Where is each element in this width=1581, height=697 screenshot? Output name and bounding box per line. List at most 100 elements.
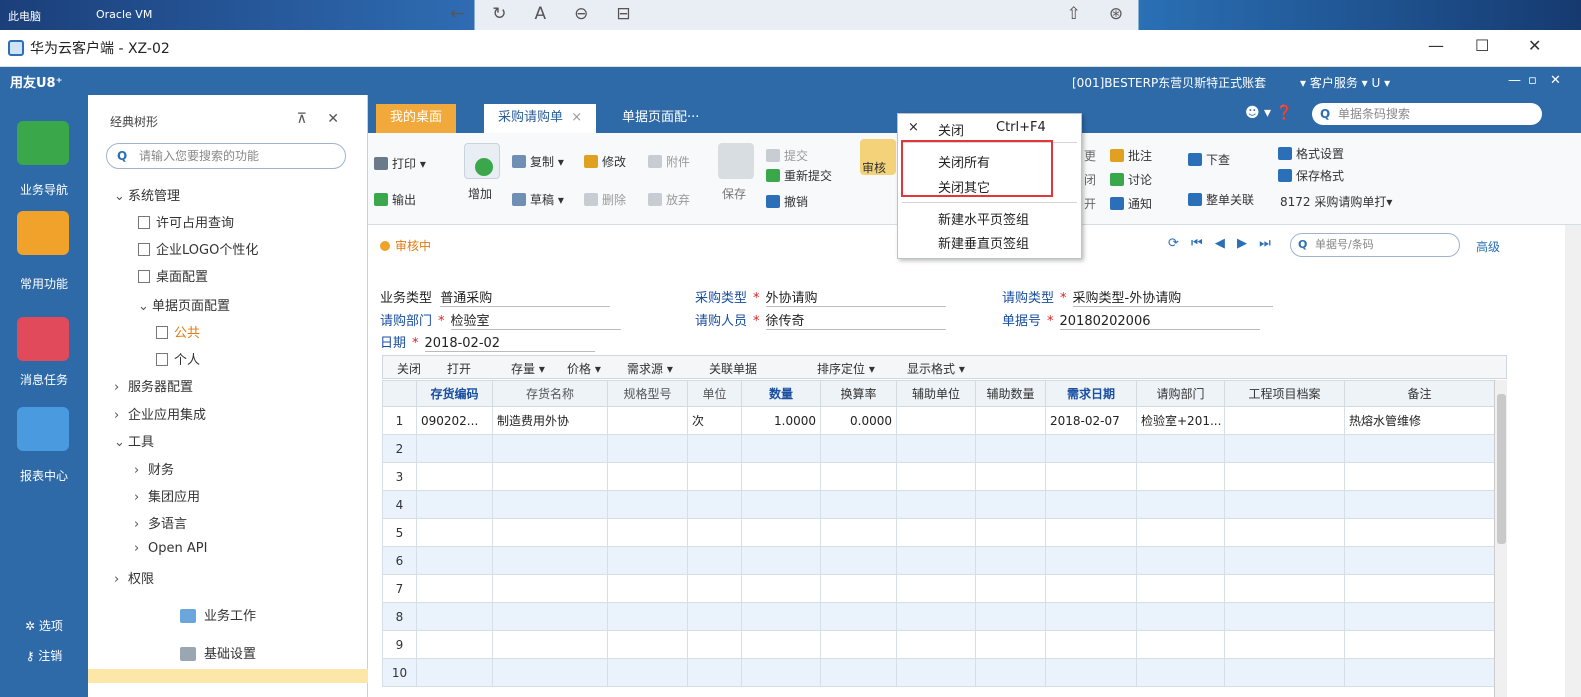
column-header[interactable]: 备注 [1344,380,1495,407]
save-icon[interactable] [718,143,754,179]
table-cell[interactable] [1136,434,1225,463]
table-cell[interactable] [607,406,688,435]
table-cell[interactable] [492,658,608,687]
business-nav-label[interactable]: 业务导航 [0,181,88,198]
table-cell[interactable] [492,630,608,659]
table-cell[interactable] [741,602,821,631]
table-cell[interactable] [1344,574,1495,603]
table-row[interactable]: 7 [382,574,1495,603]
table-cell[interactable] [416,490,493,519]
scroll-thumb[interactable] [1497,394,1506,544]
common-functions-label[interactable]: 常用功能 [0,275,88,292]
table-cell[interactable] [492,574,608,603]
table-cell[interactable] [1136,546,1225,575]
field-date[interactable]: 日期 * 2018-02-02 [380,332,595,352]
table-cell[interactable] [1045,518,1137,547]
table-cell[interactable] [741,518,821,547]
tree-item-finance[interactable]: › 财务 [134,459,174,478]
table-cell[interactable] [820,546,897,575]
table-cell[interactable] [687,490,742,519]
table-cell[interactable] [492,434,608,463]
table-cell[interactable] [896,518,976,547]
tree-item-multilang[interactable]: › 多语言 [134,513,187,532]
close-icon[interactable]: × [908,120,919,135]
table-cell[interactable] [607,658,688,687]
pin-close-icons[interactable]: ⊼ ✕ [297,111,347,127]
table-cell[interactable] [607,490,688,519]
customer-service-menu[interactable]: ▾ 客户服务 ▾ U ▾ [1300,74,1390,91]
table-cell[interactable] [1136,630,1225,659]
table-cell[interactable] [1344,518,1495,547]
attach-button[interactable]: 附件 [648,153,690,170]
table-cell[interactable] [1224,434,1345,463]
menu-item-new-vertical-group[interactable]: 新建垂直页签组 [938,233,1029,252]
table-cell[interactable] [1045,546,1137,575]
logout-button[interactable]: ⚷ 注销 [0,647,88,664]
add-icon[interactable] [464,143,500,179]
table-row[interactable]: 4 [382,490,1495,519]
table-cell[interactable] [1224,574,1345,603]
account-label[interactable]: [001]BESTERP东营贝斯特正式账套 [1072,74,1266,91]
tab-bar-icons[interactable]: ☻ ▾ ❓ [1245,105,1293,121]
table-cell[interactable] [820,434,897,463]
message-tasks-icon[interactable] [17,317,69,361]
table-cell[interactable] [1344,658,1495,687]
resubmit-button[interactable]: 重新提交 [766,167,832,184]
relate-button[interactable]: 整单关联 [1188,191,1254,208]
report-center-label[interactable]: 报表中心 [0,467,88,484]
table-cell[interactable] [687,630,742,659]
tree-item-group-app[interactable]: › 集团应用 [134,486,200,505]
table-cell[interactable] [416,658,493,687]
common-functions-icon[interactable] [17,211,69,255]
record-navigation[interactable]: ⟳ ⏮ ◀ ▶ ⏭ [1168,236,1275,251]
notify-button[interactable]: 通知 [1110,195,1152,212]
table-cell[interactable] [975,630,1046,659]
table-cell[interactable] [1045,574,1137,603]
grid-scrollbar[interactable] [1494,380,1507,697]
column-header[interactable] [382,380,417,407]
column-header[interactable]: 换算率 [820,380,897,407]
submit-button[interactable]: 提交 [766,147,808,164]
table-cell[interactable] [1045,490,1137,519]
save-button[interactable]: 保存 [722,185,746,202]
message-tasks-label[interactable]: 消息任务 [0,371,88,388]
menu-item-close[interactable]: 关闭 [938,120,964,139]
table-cell[interactable] [820,630,897,659]
table-cell[interactable] [607,462,688,491]
abandon-button[interactable]: 放弃 [648,191,690,208]
table-cell[interactable] [687,658,742,687]
table-cell[interactable] [896,658,976,687]
tree-item-doc-page-config[interactable]: ⌄ 单据页面配置 [138,295,230,314]
table-cell[interactable] [687,518,742,547]
table-cell[interactable] [1045,602,1137,631]
table-row[interactable]: 8 [382,602,1495,631]
table-cell[interactable] [607,602,688,631]
table-cell[interactable] [820,490,897,519]
table-cell[interactable] [1136,490,1225,519]
table-cell[interactable]: 090202... [416,406,493,435]
close-window-button[interactable]: ✕ [1528,36,1541,55]
table-cell[interactable] [492,546,608,575]
table-cell[interactable] [975,434,1046,463]
column-header[interactable]: 单位 [687,380,742,407]
table-cell[interactable] [896,546,976,575]
table-cell[interactable] [1344,462,1495,491]
table-cell[interactable] [1045,462,1137,491]
table-cell[interactable] [1136,518,1225,547]
basic-settings-tab[interactable]: 基础设置 [180,643,256,662]
table-cell[interactable] [416,574,493,603]
table-cell[interactable] [416,546,493,575]
format-settings-button[interactable]: 格式设置 [1278,145,1344,162]
tree-item-server-config[interactable]: › 服务器配置 [114,376,193,395]
tree-item-open-api[interactable]: › Open API [134,541,207,556]
column-header[interactable]: 数量 [741,380,821,407]
tree-item-public[interactable]: 公共 [156,322,200,341]
table-cell[interactable]: 制造费用外协 [492,406,608,435]
options-button[interactable]: ✲ 选项 [0,617,88,634]
desktop-label-oracle[interactable]: Oracle VM [96,8,152,21]
table-cell[interactable] [741,434,821,463]
table-cell[interactable] [607,630,688,659]
revoke-button[interactable]: 撤销 [766,193,808,210]
modify-button[interactable]: 修改 [584,153,626,170]
table-cell[interactable] [1224,546,1345,575]
